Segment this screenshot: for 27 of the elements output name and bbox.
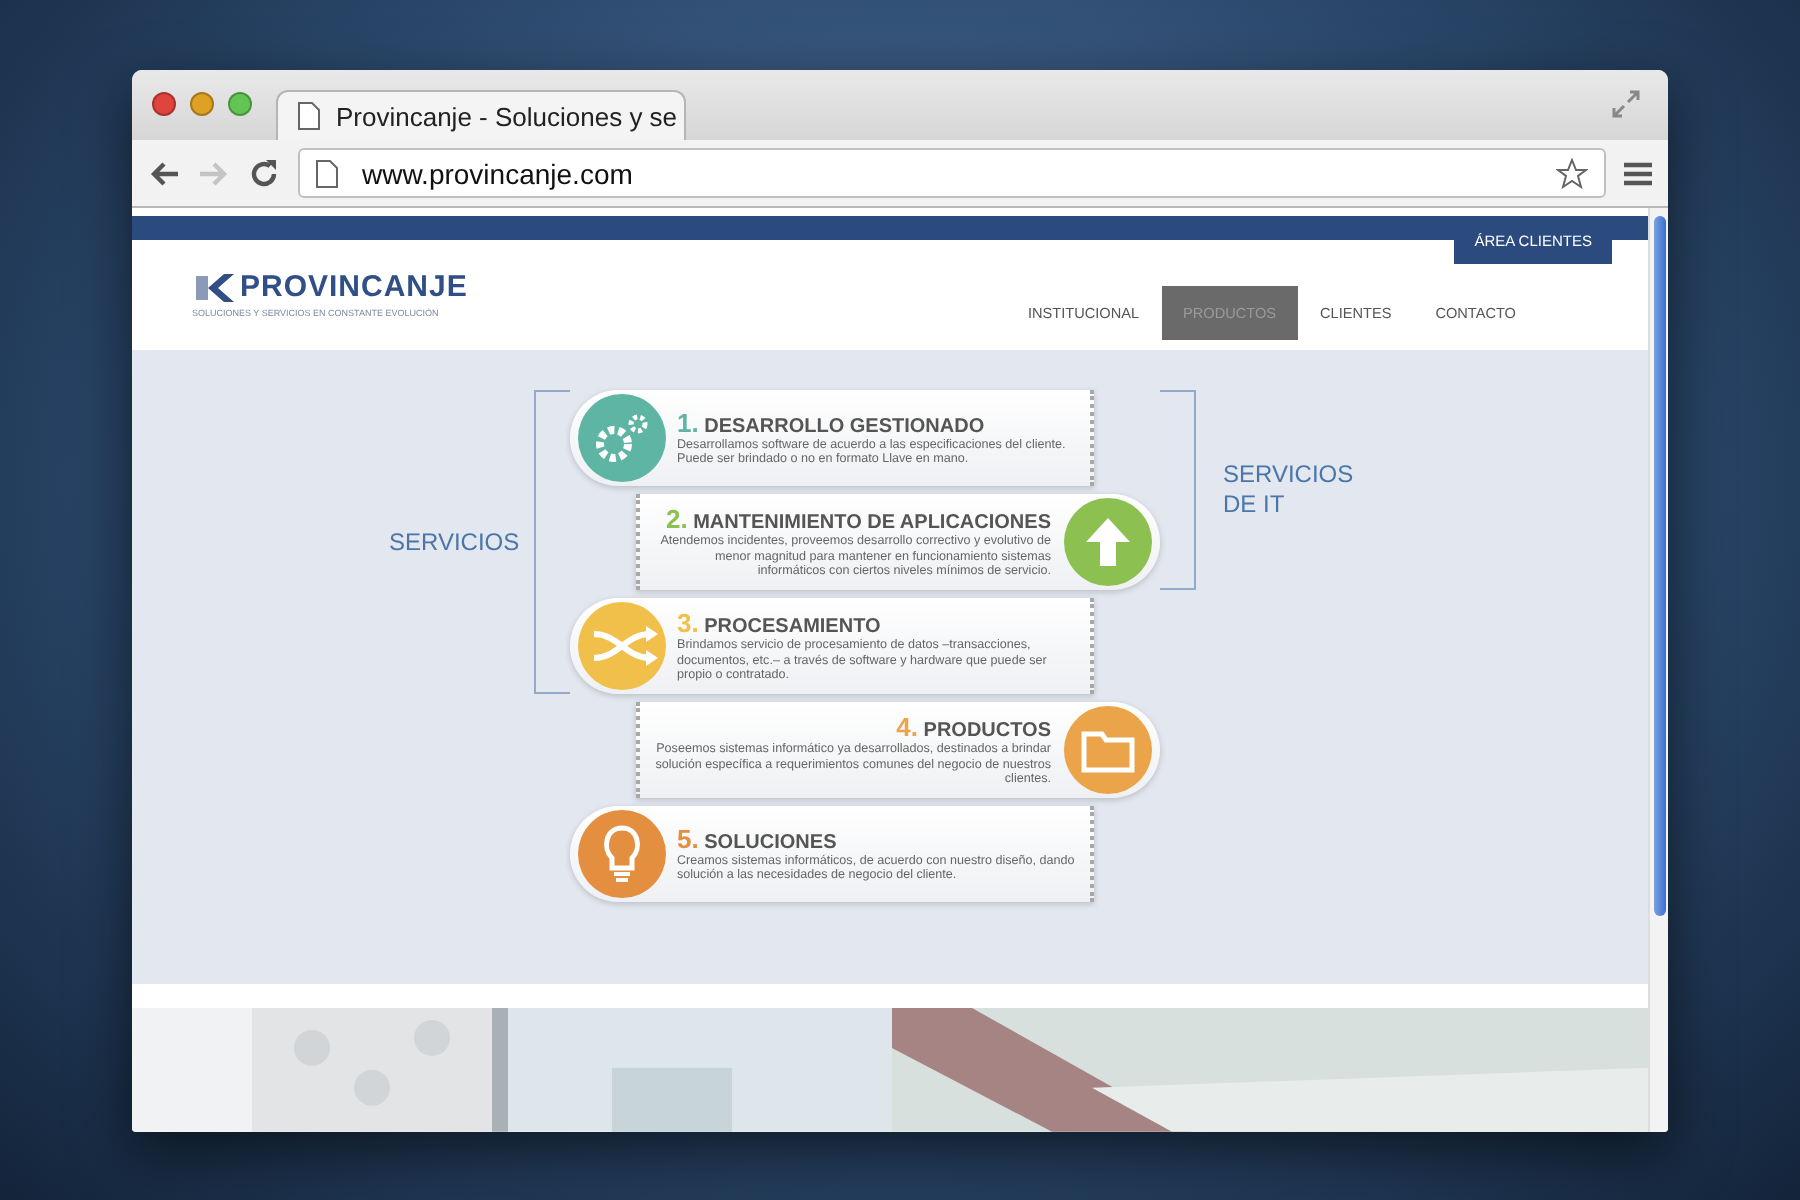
back-button[interactable] <box>148 159 180 187</box>
address-bar[interactable]: www.provincanje.com <box>298 148 1606 198</box>
service-title: 3. PROCESAMIENTO <box>677 608 883 639</box>
light-bulb-icon <box>577 809 665 898</box>
page-icon <box>298 102 320 130</box>
close-button[interactable] <box>152 91 176 115</box>
menu-button[interactable] <box>1624 161 1652 185</box>
service-title: 2. MANTENIMIENTO DE APLICACIONES <box>663 504 1051 535</box>
tab-title: Provincanje - Soluciones y se <box>336 101 678 131</box>
scrollbar[interactable] <box>1648 208 1668 1132</box>
gears-icon <box>577 393 665 482</box>
page-icon <box>316 159 338 187</box>
service-title: 4. PRODUCTOS <box>894 712 1051 743</box>
logo-icon <box>192 271 236 304</box>
folder-icon <box>1063 705 1151 794</box>
fullscreen-icon[interactable] <box>1612 90 1640 118</box>
crossed-arrows-icon <box>577 601 665 690</box>
reload-button[interactable] <box>248 157 280 189</box>
service-title: 1. DESARROLLO GESTIONADO <box>677 407 987 438</box>
logo-text: PROVINCANJE <box>240 270 468 305</box>
services-label: SERVICIOS <box>389 527 522 557</box>
star-icon[interactable] <box>1556 157 1588 189</box>
service-title: 5. SOLUCIONES <box>677 823 839 854</box>
it-services-label: SERVICIOS DE IT <box>1221 460 1356 519</box>
minimize-button[interactable] <box>190 91 214 115</box>
zoom-button[interactable] <box>228 91 252 115</box>
browser-tab[interactable]: Provincanje - Soluciones y se <box>276 90 686 140</box>
